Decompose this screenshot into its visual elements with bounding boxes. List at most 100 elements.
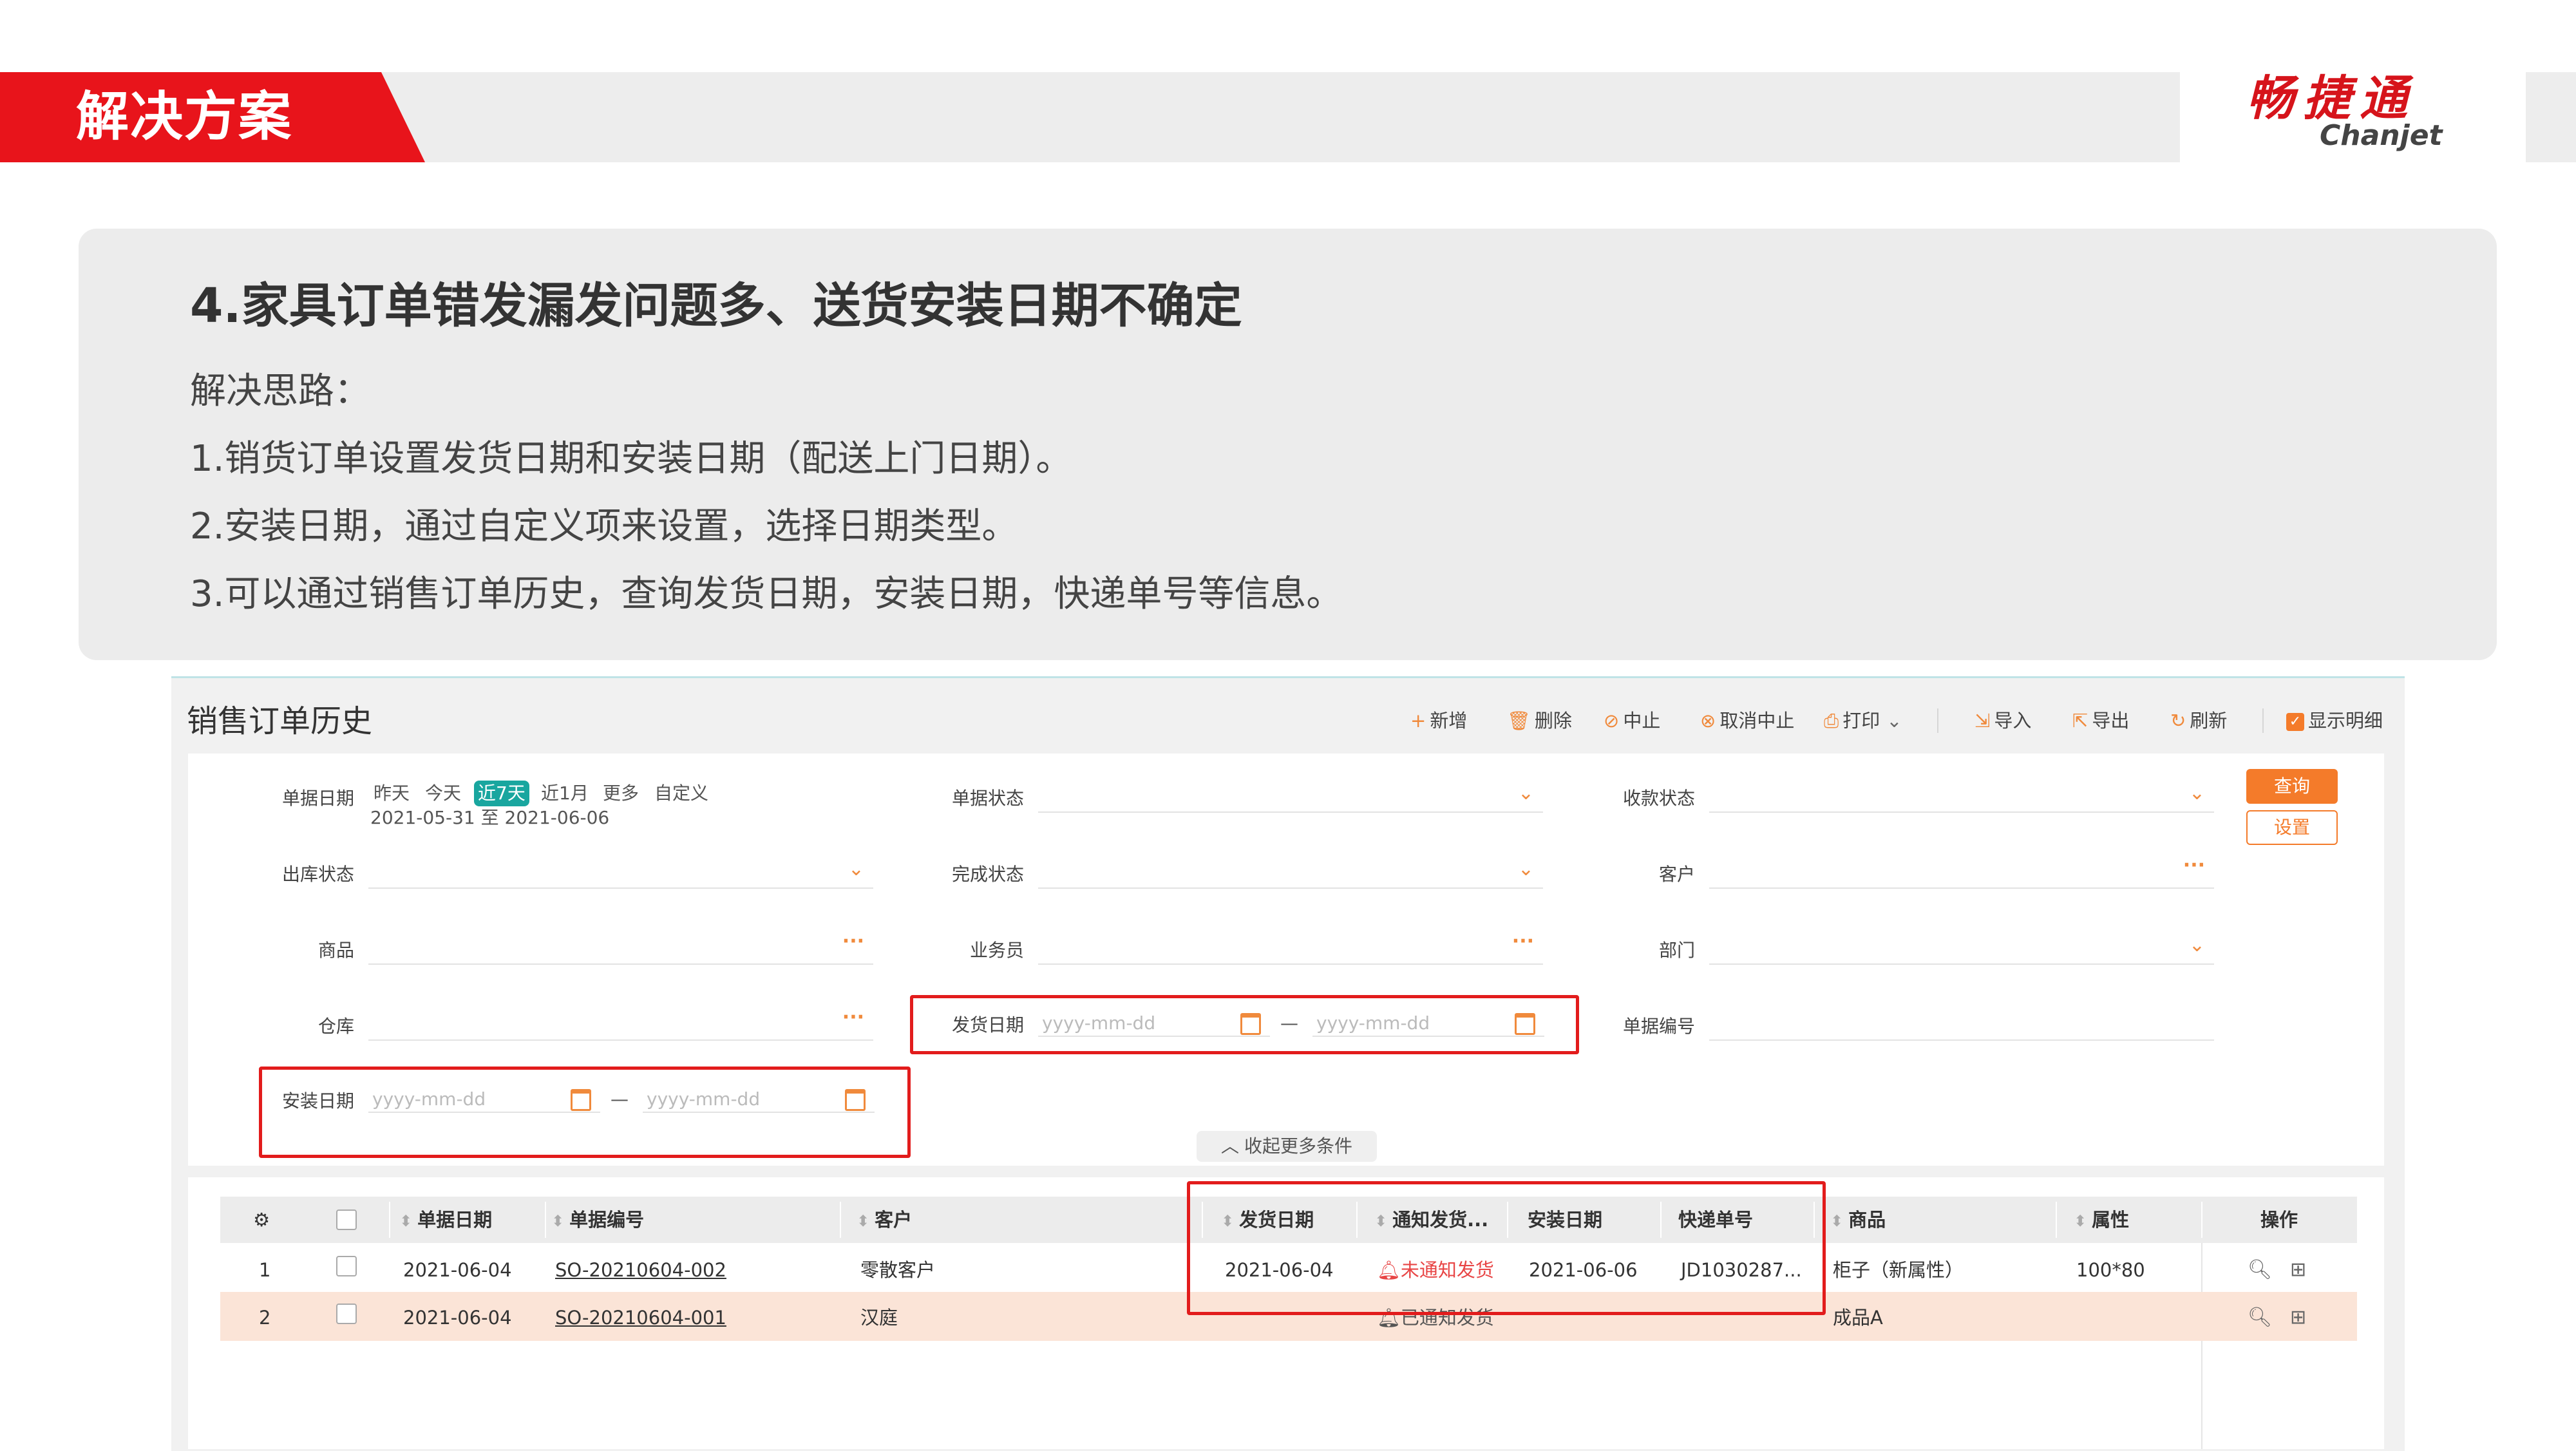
row-checkbox[interactable] <box>336 1304 357 1324</box>
view-icon[interactable]: 🔍︎ <box>2248 1305 2272 1331</box>
outbound-status-select[interactable]: ⌄ <box>368 855 873 889</box>
sort-icon: ⬍ <box>551 1212 565 1230</box>
th-customer[interactable]: ⬍ 客户 <box>857 1207 912 1234</box>
doc-date-label: 单据日期 <box>281 788 354 809</box>
warehouse-label: 仓库 <box>317 1016 354 1037</box>
doc-no-label: 单据编号 <box>1622 1016 1695 1037</box>
cell-doc-no-link[interactable]: SO-20210604-002 <box>555 1257 726 1283</box>
doc-no-input[interactable] <box>1709 1007 2214 1041</box>
logo-english: Chanjet <box>2320 119 2443 152</box>
product-picker[interactable]: ··· <box>368 930 873 965</box>
column-divider <box>2056 1202 2057 1238</box>
th-attribute[interactable]: ⬍ 属性 <box>2074 1207 2129 1234</box>
sort-icon: ⬍ <box>399 1212 413 1230</box>
printer-icon: ⎙ <box>1824 710 1839 732</box>
cell-product: 柜子（新属性） <box>1833 1259 1964 1281</box>
select-all-checkbox[interactable] <box>336 1209 357 1230</box>
column-settings-icon[interactable]: ⚙ <box>253 1207 270 1233</box>
salesman-picker[interactable]: ··· <box>1038 930 1543 965</box>
query-button[interactable]: 查询 <box>2246 769 2338 804</box>
cell-doc-date: 2021-06-04 <box>403 1259 512 1281</box>
show-detail-checkbox[interactable]: ✓ 显示明细 <box>2286 707 2383 735</box>
import-icon: ⇲ <box>1975 710 1991 732</box>
card-line: 解决思路： <box>190 370 370 412</box>
export-button[interactable]: ⇱ 导出 <box>2072 707 2129 735</box>
more-icon: ··· <box>842 930 864 953</box>
install-date-label: 安装日期 <box>281 1090 354 1112</box>
collect-status-label: 收款状态 <box>1622 788 1695 809</box>
export-icon: ⇱ <box>2072 710 2088 732</box>
print-button[interactable]: ⎙ 打印 ⌄ <box>1824 707 1902 735</box>
chevron-down-icon: ⌄ <box>1886 710 1902 732</box>
th-product[interactable]: ⬍ 商品 <box>1830 1207 1886 1234</box>
grid-menu-icon[interactable]: ⊞ <box>2290 1305 2306 1331</box>
collapse-conditions-button[interactable]: ︿ 收起更多条件 <box>1197 1131 1377 1162</box>
department-label: 部门 <box>1658 940 1695 961</box>
actions-column-divider <box>2201 1243 2202 1449</box>
quick-date-yesterday[interactable]: 昨天 <box>374 781 410 806</box>
quick-date-7days[interactable]: 近7天 <box>474 781 529 806</box>
doc-status-label: 单据状态 <box>951 788 1024 809</box>
stop-icon: ⊘ <box>1604 710 1620 732</box>
cancel-stop-button[interactable]: ⊗ 取消中止 <box>1700 707 1794 735</box>
complete-status-select[interactable]: ⌄ <box>1038 855 1543 889</box>
quick-date-custom[interactable]: 自定义 <box>654 781 708 806</box>
chevron-down-icon: ⌄ <box>1517 858 1534 880</box>
quick-date-1month[interactable]: 近1月 <box>541 781 589 806</box>
row-checkbox[interactable] <box>336 1256 357 1276</box>
more-icon: ··· <box>842 1006 864 1029</box>
outbound-status-label: 出库状态 <box>281 864 354 885</box>
stop-button[interactable]: ⊘ 中止 <box>1604 707 1660 735</box>
ship-date-label: 发货日期 <box>951 1014 1024 1036</box>
quick-date-today[interactable]: 今天 <box>425 781 461 806</box>
install-date-start-placeholder: yyyy-mm-dd <box>372 1088 486 1110</box>
column-divider <box>389 1202 390 1238</box>
column-divider <box>2201 1202 2202 1238</box>
cell-customer: 汉庭 <box>860 1307 898 1329</box>
quick-date-more[interactable]: 更多 <box>603 781 639 806</box>
add-button[interactable]: + 新增 <box>1410 707 1467 735</box>
page-title: 解决方案 <box>76 86 293 147</box>
range-separator: — <box>1280 1012 1298 1034</box>
grid-menu-icon[interactable]: ⊞ <box>2290 1257 2306 1283</box>
sort-icon: ⬍ <box>2074 1212 2087 1230</box>
view-icon[interactable]: 🔍︎ <box>2248 1257 2272 1283</box>
cancel-stop-icon: ⊗ <box>1700 710 1716 732</box>
collect-status-select[interactable]: ⌄ <box>1709 779 2214 813</box>
more-icon: ··· <box>2183 854 2205 877</box>
cell-customer: 零散客户 <box>860 1259 936 1281</box>
cell-attribute: 100*80 <box>2076 1259 2145 1281</box>
calendar-icon[interactable] <box>845 1089 866 1111</box>
card-title: 4.家具订单错发漏发问题多、送货安装日期不确定 <box>190 278 1242 334</box>
screen-title: 销售订单历史 <box>187 703 373 739</box>
toolbar-divider <box>1937 708 1938 733</box>
warehouse-picker[interactable]: ··· <box>368 1006 873 1041</box>
department-select[interactable]: ⌄ <box>1709 931 2214 965</box>
date-range-text: 2021-05-31 至 2021-06-06 <box>370 807 610 828</box>
customer-picker[interactable]: ··· <box>1709 854 2214 889</box>
delete-button[interactable]: 🗑 删除 <box>1507 707 1572 735</box>
import-button[interactable]: ⇲ 导入 <box>1975 707 2031 735</box>
column-divider <box>545 1202 546 1238</box>
product-label: 商品 <box>317 940 354 961</box>
ship-date-end-placeholder: yyyy-mm-dd <box>1316 1012 1430 1034</box>
cell-product: 成品A <box>1833 1307 1883 1329</box>
range-separator: — <box>611 1088 629 1110</box>
settings-button[interactable]: 设置 <box>2246 810 2338 845</box>
chevron-down-icon: ⌄ <box>2188 934 2205 956</box>
chevron-down-icon: ⌄ <box>2188 782 2205 804</box>
card-line: 1.销货订单设置发货日期和安装日期（配送上门日期）。 <box>190 438 1072 480</box>
doc-status-select[interactable]: ⌄ <box>1038 779 1543 813</box>
checkbox-checked-icon: ✓ <box>2286 713 2304 731</box>
calendar-icon[interactable] <box>571 1089 591 1111</box>
more-icon: ··· <box>1511 930 1534 953</box>
calendar-icon[interactable] <box>1240 1013 1261 1035</box>
sort-icon: ⬍ <box>1830 1212 1844 1230</box>
refresh-button[interactable]: ↻ 刷新 <box>2170 707 2227 735</box>
cell-doc-no-link[interactable]: SO-20210604-001 <box>555 1305 726 1331</box>
th-doc-no[interactable]: ⬍ 单据编号 <box>551 1207 644 1234</box>
calendar-icon[interactable] <box>1515 1013 1535 1035</box>
th-doc-date[interactable]: ⬍ 单据日期 <box>399 1207 492 1234</box>
trash-icon: 🗑 <box>1507 710 1531 732</box>
card-line: 2.安装日期，通过自定义项来设置，选择日期类型。 <box>190 506 1018 547</box>
